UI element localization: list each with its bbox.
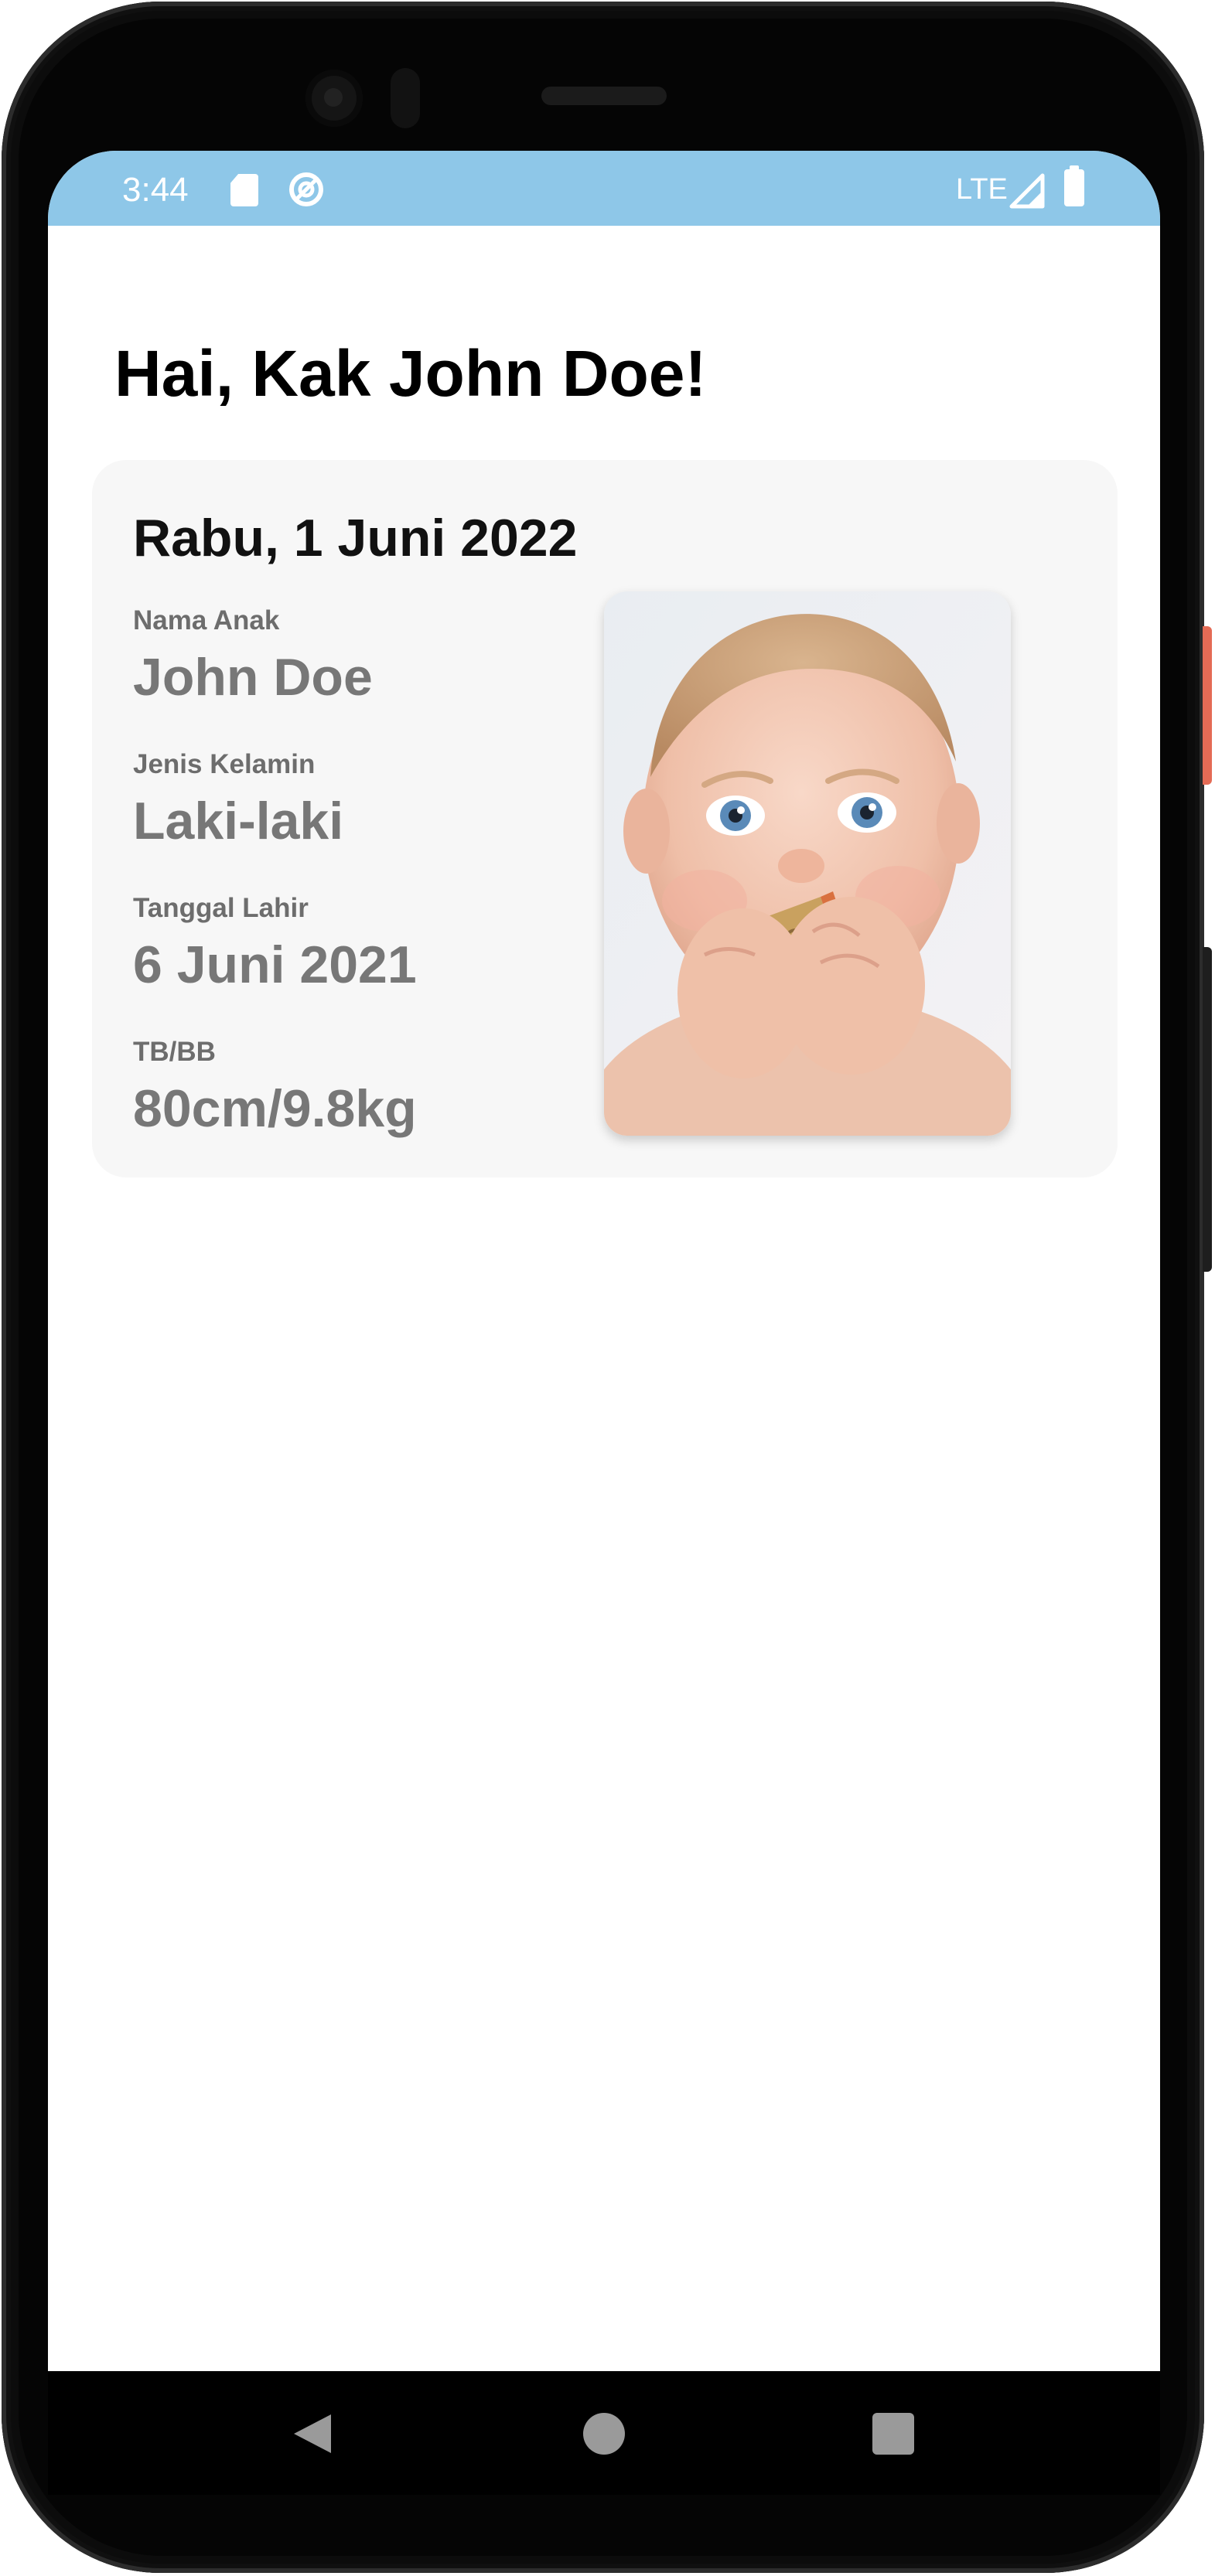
field-value-birth-date: 6 Juni 2021: [133, 935, 417, 994]
field-value-height-weight: 80cm/9.8kg: [133, 1079, 417, 1138]
earpiece-speaker: [541, 87, 667, 105]
greeting-title: Hai, Kak John Doe!: [114, 337, 707, 410]
child-info-card: Rabu, 1 Juni 2022 Nama Anak John Doe Jen…: [92, 460, 1118, 1177]
front-camera: [305, 70, 363, 127]
status-time: 3:44: [122, 171, 189, 209]
field-label-height-weight: TB/BB: [133, 1037, 216, 1067]
child-photo-illustration: [604, 591, 1011, 1136]
proximity-sensor: [391, 68, 420, 128]
power-button: [1203, 626, 1212, 785]
battery-icon: [1064, 165, 1084, 206]
field-label-child-name: Nama Anak: [133, 605, 280, 635]
sd-card-icon: [230, 174, 258, 206]
child-photo: [604, 591, 1011, 1136]
volume-button: [1203, 947, 1212, 1272]
network-type: LTE: [956, 173, 1008, 206]
field-value-child-name: John Doe: [133, 648, 373, 707]
current-date: Rabu, 1 Juni 2022: [133, 509, 578, 567]
field-label-gender: Jenis Kelamin: [133, 749, 316, 779]
home-icon[interactable]: [583, 2413, 625, 2455]
signal-icon: [1009, 173, 1045, 209]
status-bar: 3:44 LTE: [48, 151, 1160, 226]
back-icon[interactable]: [291, 2413, 333, 2455]
field-value-gender: Laki-laki: [133, 792, 344, 850]
recents-icon[interactable]: [872, 2413, 914, 2455]
sync-icon: [289, 172, 323, 206]
navigation-bar: [48, 2371, 1160, 2495]
app-screen: 3:44 LTE Hai, Kak John Doe! Rabu, 1 Juni…: [48, 151, 1160, 2495]
field-label-birth-date: Tanggal Lahir: [133, 893, 309, 923]
